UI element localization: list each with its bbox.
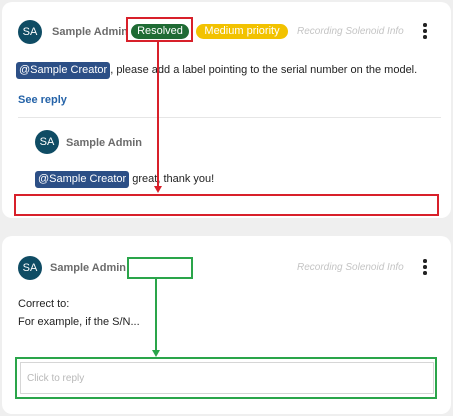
annotation-box-resolved	[126, 17, 193, 42]
comment-line-2: For example, if the S/N...	[18, 316, 140, 328]
reply-body: @Sample Creator great, thank you!	[35, 171, 214, 188]
divider	[18, 117, 441, 118]
annotation-arrowhead	[152, 350, 160, 357]
annotation-connector	[155, 279, 157, 350]
comments-panel: SA Sample Admin Resolved Medium priority…	[0, 0, 453, 416]
avatar: SA	[35, 130, 59, 154]
comment-line-1: Correct to:	[18, 298, 70, 310]
comment-context: Recording Solenoid Info	[297, 26, 404, 37]
annotation-arrowhead	[154, 186, 162, 193]
mention-chip[interactable]: @Sample Creator	[16, 62, 111, 79]
comment-author: Sample Admin	[50, 262, 126, 274]
comment-context: Recording Solenoid Info	[297, 262, 404, 273]
annotation-connector	[157, 42, 159, 186]
annotation-box-reply-field	[14, 194, 439, 216]
see-reply-link[interactable]: See reply	[18, 94, 67, 106]
annotation-box-badge-slot	[127, 257, 193, 279]
priority-badge: Medium priority	[196, 24, 288, 39]
comment-author: Sample Admin	[52, 26, 128, 38]
more-options-icon[interactable]	[420, 258, 430, 276]
avatar: SA	[18, 20, 42, 44]
annotation-box-reply-input	[15, 357, 437, 399]
comment-body: @Sample Creator, please add a label poin…	[16, 62, 417, 79]
comment-thread-resolved: SA Sample Admin Resolved Medium priority…	[2, 2, 451, 218]
mention-chip[interactable]: @Sample Creator	[35, 171, 130, 188]
reply-text: great, thank you!	[129, 173, 215, 185]
more-options-icon[interactable]	[420, 22, 430, 40]
reply-author: Sample Admin	[66, 137, 142, 149]
avatar: SA	[18, 256, 42, 280]
